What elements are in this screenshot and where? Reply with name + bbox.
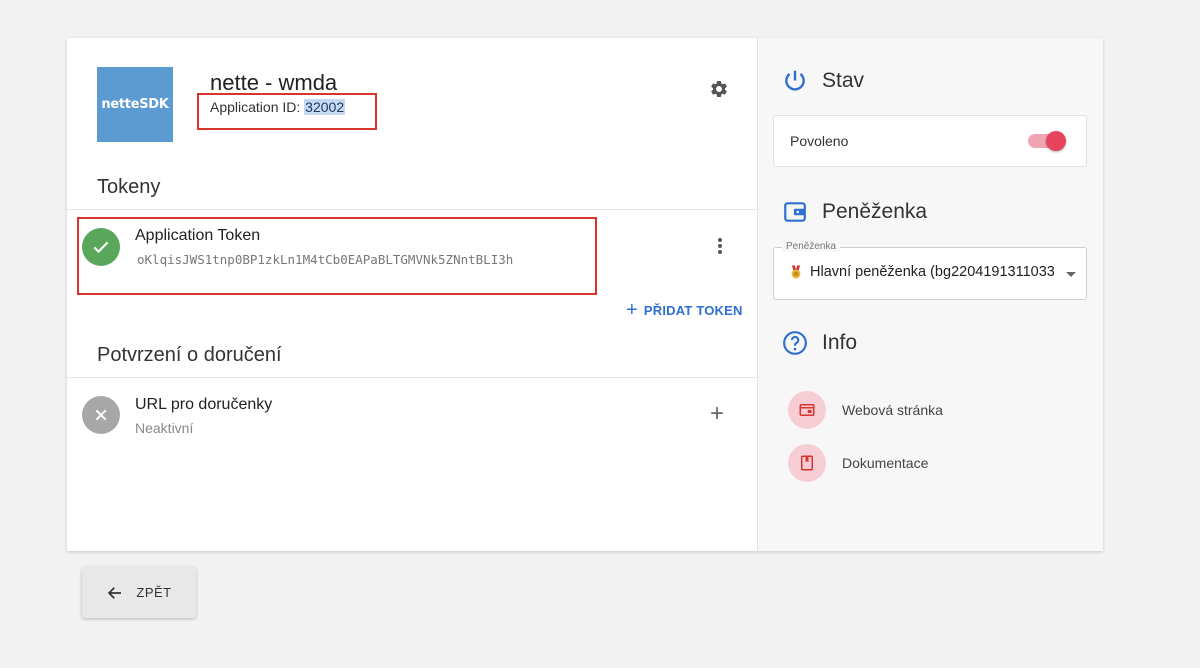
- status-toggle-label: Povoleno: [790, 133, 849, 149]
- wallet-selected-text: Hlavní peněženka (bg2204191311033: [810, 264, 1055, 280]
- delivery-section-title: Potvrzení o doručení: [97, 344, 282, 366]
- app-detail-card: netteSDK nette - wmda Application ID: 32…: [67, 38, 1103, 551]
- enabled-toggle[interactable]: [1028, 131, 1066, 151]
- close-icon: [82, 396, 120, 434]
- wallet-selected-value: Hlavní peněženka (bg2204191311033: [788, 264, 1060, 280]
- plus-icon: +: [626, 299, 638, 321]
- info-link-docs-label: Dokumentace: [842, 455, 929, 471]
- highlight-box-app-id: [197, 93, 377, 130]
- info-link-website-label: Webová stránka: [842, 402, 943, 418]
- divider: [67, 209, 757, 210]
- gear-icon[interactable]: [709, 79, 729, 99]
- help-icon: [783, 331, 807, 355]
- toggle-knob: [1046, 131, 1066, 151]
- back-button-label: ZPĚT: [136, 585, 172, 600]
- app-logo: netteSDK: [97, 67, 173, 142]
- wallet-title: Peněženka: [822, 200, 928, 223]
- info-header: Info: [782, 330, 857, 356]
- info-link-docs[interactable]: Dokumentace: [788, 444, 928, 482]
- wallet-icon: [784, 202, 806, 222]
- status-header: Stav: [782, 68, 864, 94]
- tokens-section-title: Tokeny: [97, 176, 161, 198]
- delivery-url-status: Neaktivní: [135, 420, 194, 436]
- add-delivery-url-button[interactable]: +: [710, 402, 724, 426]
- web-icon: [788, 391, 826, 429]
- power-icon: [785, 70, 805, 91]
- more-options-icon[interactable]: [712, 236, 728, 256]
- main-panel: netteSDK nette - wmda Application ID: 32…: [67, 38, 757, 551]
- wallet-select[interactable]: Peněženka Hlavní peněženka (bg2204191311…: [773, 241, 1087, 300]
- status-toggle-row: Povoleno: [773, 115, 1087, 167]
- add-token-label: PŘIDAT TOKEN: [643, 302, 743, 318]
- chevron-down-icon: [1066, 272, 1076, 277]
- add-token-button[interactable]: + PŘIDAT TOKEN: [626, 300, 743, 320]
- arrow-left-icon: [108, 586, 122, 599]
- divider: [67, 377, 757, 378]
- highlight-box-token: [77, 217, 597, 295]
- book-icon: [788, 444, 826, 482]
- back-button[interactable]: ZPĚT: [82, 567, 196, 618]
- info-link-website[interactable]: Webová stránka: [788, 391, 943, 429]
- delivery-url-title: URL pro doručenky: [135, 396, 273, 413]
- status-title: Stav: [822, 69, 865, 92]
- side-panel: Stav Povoleno Peněženka Peněženka Hlavní…: [757, 38, 1103, 551]
- medal-icon: [791, 265, 801, 279]
- info-title: Info: [822, 331, 858, 354]
- wallet-field-label: Peněženka: [782, 241, 841, 252]
- wallet-header: Peněženka: [782, 199, 927, 225]
